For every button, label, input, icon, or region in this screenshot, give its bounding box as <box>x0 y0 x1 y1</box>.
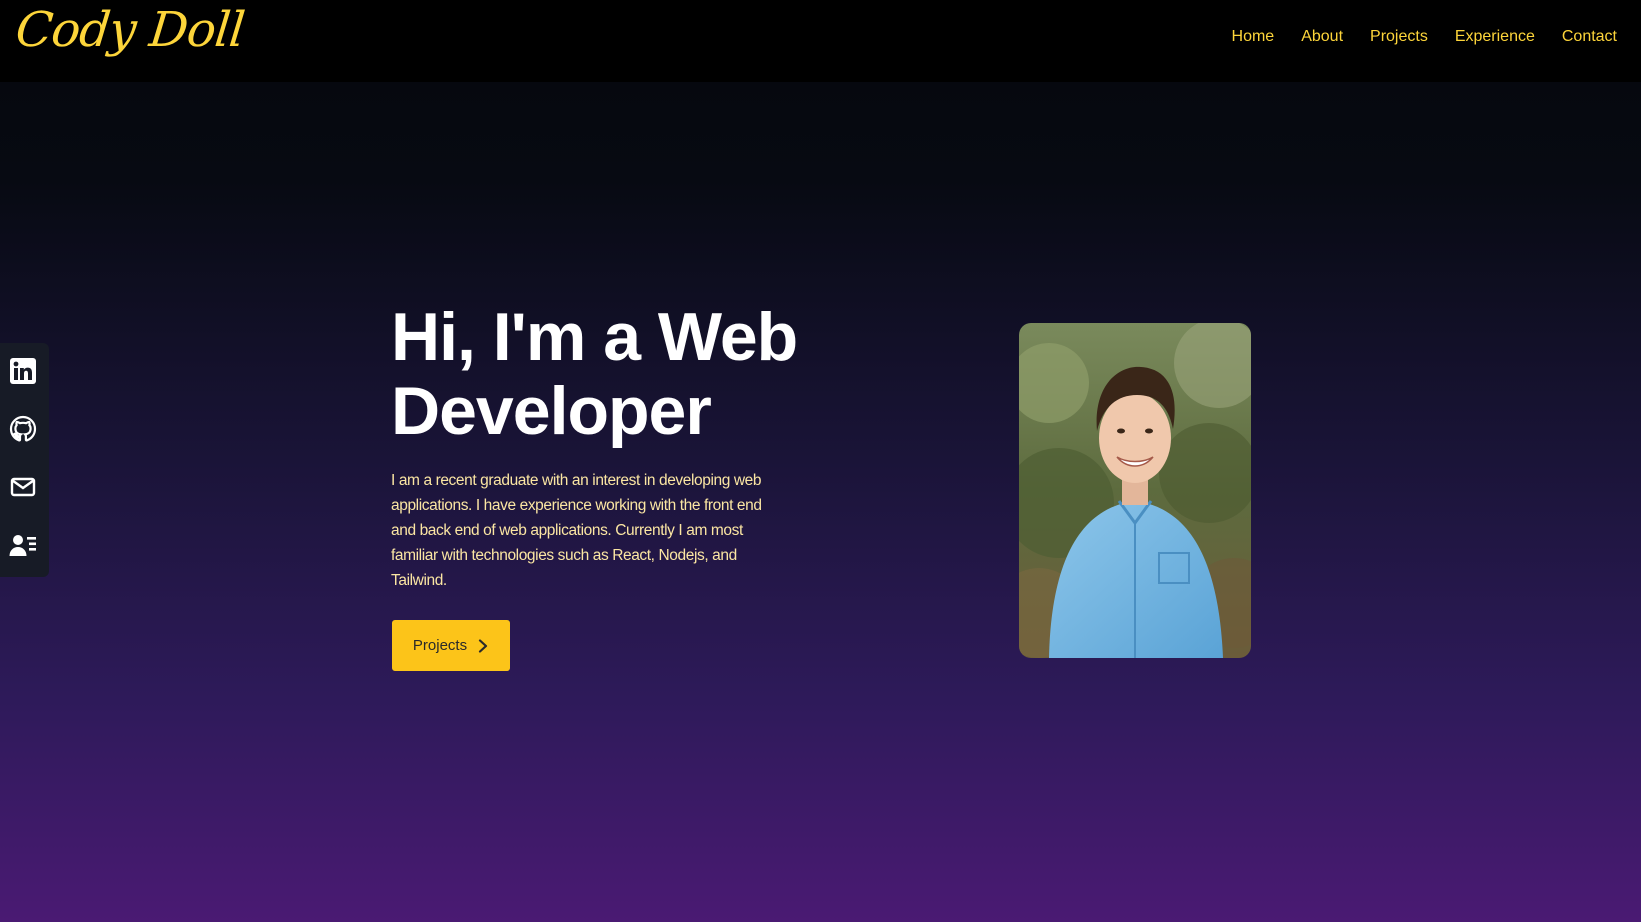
projects-button[interactable]: Projects <box>392 620 510 671</box>
hero-title: Hi, I'm a Web Developer <box>391 299 798 449</box>
resume-icon <box>9 535 36 556</box>
nav-experience[interactable]: Experience <box>1455 28 1535 46</box>
nav-about[interactable]: About <box>1301 28 1343 46</box>
mail-icon <box>10 477 36 497</box>
nav-contact[interactable]: Contact <box>1562 28 1617 46</box>
hero-description: I am a recent graduate with an interest … <box>391 472 762 589</box>
profile-photo-image <box>1019 323 1251 658</box>
nav-projects[interactable]: Projects <box>1370 28 1428 46</box>
github-link[interactable] <box>9 415 37 443</box>
linkedin-link[interactable] <box>9 357 37 385</box>
resume-link[interactable] <box>9 531 37 559</box>
nav-home[interactable]: Home <box>1232 28 1275 46</box>
site-logo[interactable]: Cody Doll <box>13 2 247 58</box>
linkedin-icon <box>10 358 36 384</box>
email-link[interactable] <box>9 473 37 501</box>
github-icon <box>9 415 37 442</box>
social-sidebar <box>0 343 49 577</box>
nav-links: Home About Projects Experience Contact <box>1232 28 1617 46</box>
chevron-right-icon <box>478 638 488 653</box>
projects-button-label: Projects <box>412 637 468 654</box>
profile-photo <box>1019 323 1251 658</box>
navbar: Cody Doll Home About Projects Experience… <box>0 0 1641 82</box>
